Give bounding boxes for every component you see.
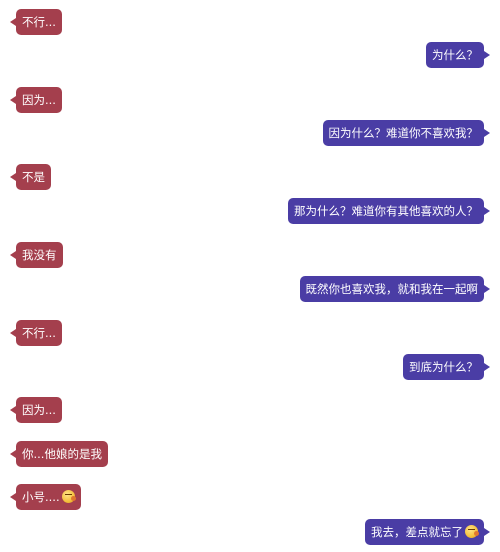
message-text: 我去，差点就忘了: [371, 525, 463, 539]
sweat-smile-emoji-icon: [61, 490, 76, 503]
message-bubble-sent: 因为什么？难道你不喜欢我？: [322, 120, 490, 146]
message-text: 为什么？: [432, 48, 478, 62]
message-text: 那为什么？难道你有其他喜欢的人？: [294, 204, 478, 218]
message-bubble-received: 你...他娘的是我: [10, 441, 108, 467]
message-bubble-received: 因为...: [10, 397, 62, 423]
sweat-smile-emoji-icon: [465, 525, 479, 538]
message-bubble-received: 因为...: [10, 87, 62, 113]
chat-conversation: 不行... 为什么？ 因为... 因为什么？难道你不喜欢我？ 不是 那为什么？难…: [0, 0, 500, 552]
message-bubble-received: 不行...: [10, 9, 62, 35]
message-bubble-received: 不行...: [10, 320, 62, 346]
message-bubble-sent: 为什么？: [426, 42, 490, 68]
message-bubble-received: 我没有: [10, 242, 63, 268]
message-bubble-sent: 到底为什么？: [403, 354, 490, 380]
message-text: 因为...: [22, 403, 56, 417]
message-bubble-received: 小号....: [10, 484, 81, 510]
message-bubble-sent: 既然你也喜欢我，就和我在一起啊: [299, 276, 490, 302]
message-text: 因为...: [22, 93, 56, 107]
message-text: 既然你也喜欢我，就和我在一起啊: [305, 282, 479, 296]
message-bubble-sent: 那为什么？难道你有其他喜欢的人？: [288, 198, 490, 224]
message-text: 我没有: [22, 248, 57, 262]
message-bubble-received: 不是: [10, 164, 51, 190]
message-text: 不是: [22, 170, 45, 184]
message-text: 不行...: [22, 15, 56, 29]
message-bubble-sent: 我去，差点就忘了: [365, 519, 490, 545]
message-text: 不行...: [22, 326, 56, 340]
message-text: 到底为什么？: [409, 360, 478, 374]
message-text: 你...他娘的是我: [22, 447, 102, 461]
message-text: 因为什么？难道你不喜欢我？: [328, 126, 479, 140]
message-text: 小号....: [22, 490, 60, 504]
